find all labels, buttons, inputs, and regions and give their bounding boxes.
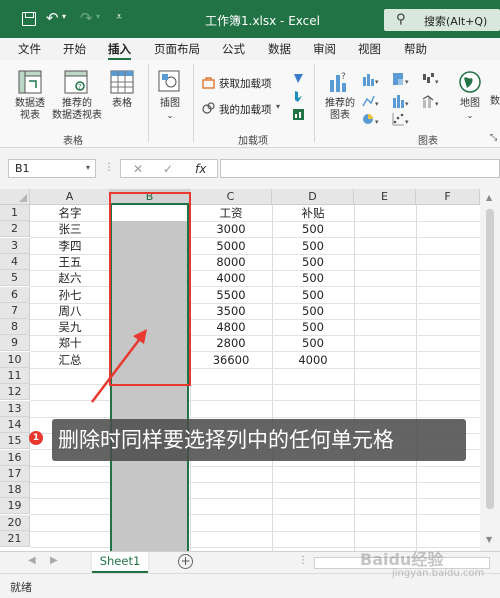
sheet-prev-icon[interactable]: ◀ <box>28 555 36 566</box>
status-text: 就绪 <box>10 581 32 594</box>
watermark-url: jingyan.baidu.com <box>392 568 485 579</box>
watermark: Baidu经验 <box>360 550 444 569</box>
annotation-arrow <box>91 329 147 403</box>
sheet-grip-icon[interactable]: ⋮ <box>298 555 308 566</box>
step-badge: 1 <box>29 431 43 445</box>
sheet-next-icon[interactable]: ▶ <box>50 555 58 566</box>
annotation-caption: 删除时同样要选择列中的任何单元格 <box>52 419 466 461</box>
sheet-tab-sheet1[interactable]: Sheet1 <box>92 552 148 573</box>
add-sheet-icon[interactable]: + <box>178 554 193 569</box>
